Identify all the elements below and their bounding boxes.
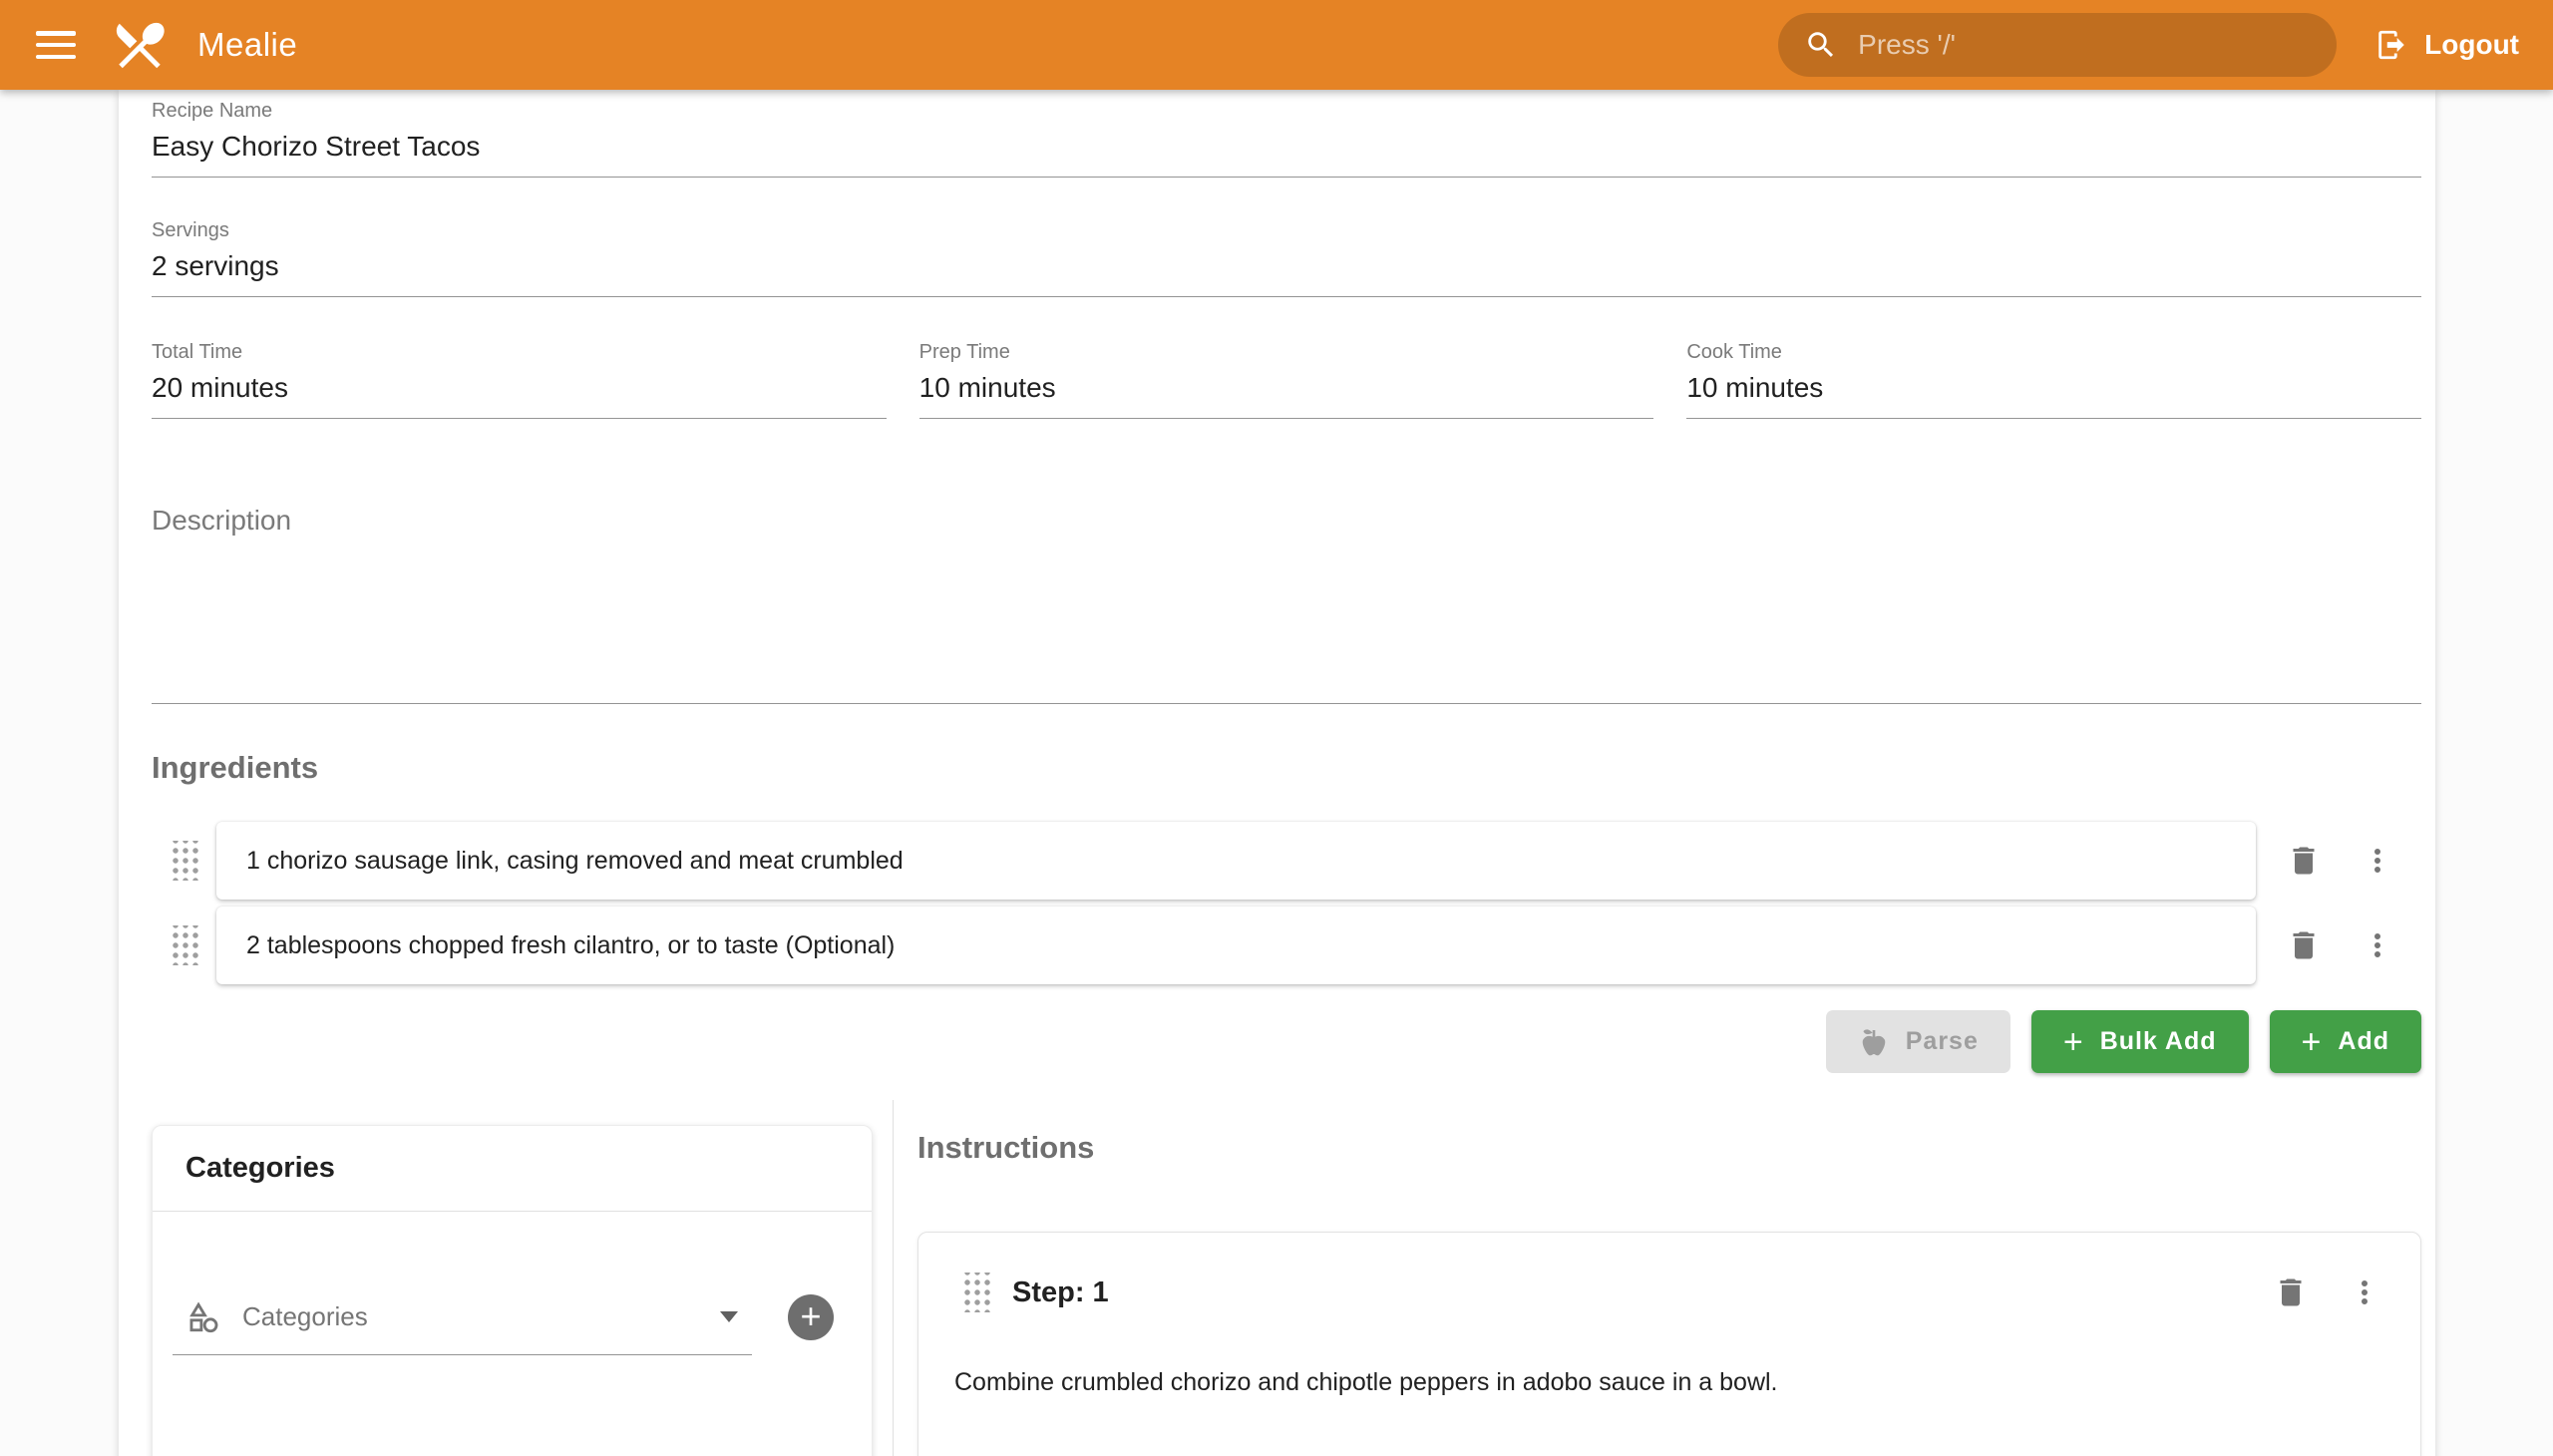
prep-time-field: Prep Time bbox=[919, 341, 1654, 419]
times-row: Total Time Prep Time Cook Time bbox=[152, 341, 2421, 419]
categories-select-label: Categories bbox=[242, 1301, 720, 1332]
ingredient-input-card bbox=[216, 822, 2256, 900]
app-title: Mealie bbox=[197, 26, 297, 64]
kebab-menu-icon bbox=[2360, 927, 2395, 963]
search-box[interactable] bbox=[1778, 13, 2337, 77]
add-category-button[interactable]: + bbox=[788, 1294, 834, 1340]
delete-ingredient-button[interactable] bbox=[2280, 837, 2328, 885]
step-menu-button[interactable] bbox=[2341, 1269, 2388, 1316]
hamburger-menu-icon[interactable] bbox=[36, 31, 76, 59]
recipe-name-field: Recipe Name bbox=[152, 90, 2421, 178]
search-icon bbox=[1804, 28, 1838, 62]
add-label: Add bbox=[2338, 1027, 2389, 1056]
step-text[interactable]: Combine crumbled chorizo and chipotle pe… bbox=[954, 1366, 2388, 1399]
drag-handle-icon[interactable] bbox=[171, 925, 200, 965]
cook-time-input[interactable] bbox=[1686, 364, 2421, 419]
kebab-menu-icon bbox=[2360, 843, 2395, 879]
app-header: Mealie Logout bbox=[0, 0, 2553, 90]
bulk-add-button[interactable]: + Bulk Add bbox=[2031, 1010, 2249, 1073]
categories-card: Categories Categories + bbox=[152, 1125, 873, 1456]
divider bbox=[153, 1211, 872, 1212]
trash-icon bbox=[2286, 927, 2322, 963]
trash-icon bbox=[2273, 1274, 2309, 1310]
ingredients-section-title: Ingredients bbox=[152, 750, 2421, 786]
logout-icon bbox=[2374, 28, 2408, 62]
logout-button[interactable]: Logout bbox=[2374, 28, 2519, 62]
total-time-label: Total Time bbox=[152, 341, 887, 364]
ingredients-list bbox=[152, 822, 2421, 984]
add-button[interactable]: + Add bbox=[2270, 1010, 2421, 1073]
ingredient-row bbox=[152, 907, 2421, 984]
instructions-section-title: Instructions bbox=[917, 1130, 2421, 1166]
delete-ingredient-button[interactable] bbox=[2280, 921, 2328, 969]
kebab-menu-icon bbox=[2347, 1274, 2382, 1310]
recipe-editor-card: Recipe Name Servings Total Time Prep Tim… bbox=[119, 90, 2435, 1456]
apple-icon bbox=[1858, 1026, 1890, 1058]
ingredient-input[interactable] bbox=[244, 846, 2228, 877]
step-title: Step: 1 bbox=[1012, 1276, 2267, 1309]
description-label: Description bbox=[152, 505, 2421, 537]
lower-section: Categories Categories + bbox=[152, 1100, 2421, 1456]
cook-time-label: Cook Time bbox=[1686, 341, 2421, 364]
parse-label: Parse bbox=[1906, 1027, 1979, 1056]
ingredient-input-card bbox=[216, 907, 2256, 984]
ingredient-menu-button[interactable] bbox=[2354, 837, 2401, 885]
step-header: Step: 1 bbox=[954, 1233, 2388, 1316]
cook-time-field: Cook Time bbox=[1686, 341, 2421, 419]
total-time-input[interactable] bbox=[152, 364, 887, 419]
prep-time-input[interactable] bbox=[919, 364, 1654, 419]
servings-input[interactable] bbox=[152, 242, 2421, 297]
recipe-name-input[interactable] bbox=[152, 123, 2421, 178]
drag-handle-icon[interactable] bbox=[171, 841, 200, 881]
instruction-step-card: Step: 1 Combine crumbled chorizo and chi… bbox=[917, 1232, 2421, 1456]
ingredients-actions: Parse + Bulk Add + Add bbox=[152, 1010, 2421, 1073]
drag-handle-icon[interactable] bbox=[962, 1273, 992, 1312]
logout-label: Logout bbox=[2424, 29, 2519, 61]
servings-field: Servings bbox=[152, 219, 2421, 297]
categories-select-row: Categories + bbox=[153, 1279, 872, 1355]
mealie-logo-crossed-utensils-icon bbox=[110, 15, 170, 75]
categories-column: Categories Categories + bbox=[152, 1100, 893, 1456]
total-time-field: Total Time bbox=[152, 341, 887, 419]
servings-label: Servings bbox=[152, 219, 2421, 242]
search-input[interactable] bbox=[1856, 28, 2311, 62]
description-textarea[interactable] bbox=[152, 537, 2421, 704]
bulk-add-label: Bulk Add bbox=[2100, 1027, 2217, 1056]
parse-button[interactable]: Parse bbox=[1826, 1010, 2010, 1073]
trash-icon bbox=[2286, 843, 2322, 879]
recipe-name-label: Recipe Name bbox=[152, 100, 2421, 123]
delete-step-button[interactable] bbox=[2267, 1269, 2315, 1316]
instructions-column: Instructions Step: 1 Combine crumbled ch… bbox=[894, 1100, 2421, 1456]
chevron-down-icon bbox=[720, 1311, 738, 1322]
categories-card-title: Categories bbox=[153, 1126, 872, 1185]
ingredient-input[interactable] bbox=[244, 930, 2228, 961]
shapes-icon bbox=[186, 1300, 220, 1334]
ingredient-row bbox=[152, 822, 2421, 900]
prep-time-label: Prep Time bbox=[919, 341, 1654, 364]
categories-select[interactable]: Categories bbox=[173, 1279, 752, 1355]
ingredient-menu-button[interactable] bbox=[2354, 921, 2401, 969]
description-field: Description bbox=[152, 505, 2421, 704]
